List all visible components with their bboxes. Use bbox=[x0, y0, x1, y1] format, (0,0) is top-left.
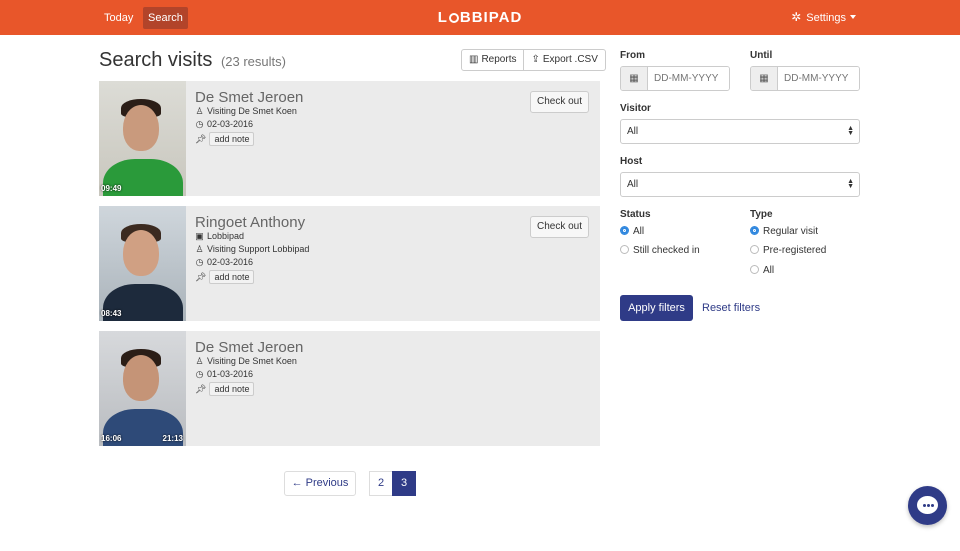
date-line: ◷ 02-03-2016 bbox=[195, 119, 254, 129]
caret-down-icon bbox=[850, 15, 856, 19]
checkin-time: 08:43 bbox=[101, 309, 122, 318]
host-label: Host bbox=[620, 156, 643, 167]
top-navbar: Today Search L BBIPAD ✲ Settings bbox=[0, 0, 960, 35]
visitor-label: Visitor bbox=[620, 103, 651, 114]
calendar-icon[interactable]: ▦ bbox=[751, 67, 778, 90]
until-date-input[interactable] bbox=[778, 67, 859, 90]
briefcase-icon: ▣ bbox=[195, 231, 204, 241]
visit-card: 08:43 Ringoet Anthony ▣ Lobbipad ♙ Visitin… bbox=[99, 206, 600, 321]
visitor-name: De Smet Jeroen bbox=[195, 339, 304, 356]
page-2-button[interactable]: 2 bbox=[369, 471, 393, 496]
page-title: Search visits (23 results) bbox=[99, 49, 286, 71]
gear-icon: ✲ bbox=[791, 10, 802, 24]
pin-icon: 📌︎ bbox=[195, 384, 207, 394]
previous-page-button[interactable]: ← Previous bbox=[284, 471, 356, 496]
status-radio-still-checked-in[interactable]: Still checked in bbox=[620, 245, 700, 257]
until-label: Until bbox=[750, 50, 773, 61]
reports-button[interactable]: ▥ Reports bbox=[461, 49, 525, 71]
until-date-field: ▦ bbox=[750, 66, 860, 91]
visitor-photo: 09:49 bbox=[99, 81, 186, 196]
status-radio-all[interactable]: All bbox=[620, 226, 644, 238]
visit-card: 16:06 21:13 De Smet Jeroen ♙ Visiting De … bbox=[99, 331, 600, 446]
chat-widget-button[interactable] bbox=[908, 486, 947, 525]
visiting-line: ♙ Visiting De Smet Koen bbox=[195, 106, 297, 116]
company-line: ▣ Lobbipad bbox=[195, 231, 245, 241]
type-radio-regular-visit[interactable]: Regular visit bbox=[750, 226, 818, 238]
host-select[interactable]: All ▲ ▼ bbox=[620, 172, 860, 197]
type-radio-pre-registered[interactable]: Pre-registered bbox=[750, 245, 826, 257]
add-note-button[interactable]: 📌︎ add note bbox=[195, 132, 255, 147]
logo-o-icon bbox=[448, 13, 459, 23]
checkout-time: 21:13 bbox=[162, 434, 183, 443]
check-out-button[interactable]: Check out bbox=[529, 91, 589, 113]
person-icon: ♙ bbox=[195, 106, 204, 116]
page-3-button[interactable]: 3 bbox=[392, 471, 416, 496]
visitor-select[interactable]: All ▲ ▼ bbox=[620, 119, 860, 144]
person-icon: ♙ bbox=[195, 244, 204, 254]
add-note-button[interactable]: 📌︎ add note bbox=[195, 270, 255, 285]
add-note-button[interactable]: 📌︎ add note bbox=[195, 382, 255, 397]
pin-icon: 📌︎ bbox=[195, 272, 207, 282]
from-label: From bbox=[620, 50, 645, 61]
reset-filters-link[interactable]: Reset filters bbox=[702, 302, 760, 314]
type-label: Type bbox=[750, 209, 773, 220]
select-arrows-icon: ▲ ▼ bbox=[847, 125, 854, 137]
checkin-time: 09:49 bbox=[101, 184, 122, 193]
export-icon: ⇪ bbox=[531, 54, 540, 65]
from-date-field: ▦ bbox=[620, 66, 730, 91]
export-toolbar: ▥ Reports ⇪ Export .CSV bbox=[461, 49, 606, 71]
type-radio-all[interactable]: All bbox=[750, 265, 774, 277]
visitor-photo: 16:06 21:13 bbox=[99, 331, 186, 446]
visit-card: 09:49 De Smet Jeroen ♙ Visiting De Smet K… bbox=[99, 81, 600, 196]
apply-filters-button[interactable]: Apply filters bbox=[620, 295, 693, 321]
visitor-name: De Smet Jeroen bbox=[195, 89, 304, 106]
clock-icon: ◷ bbox=[195, 119, 204, 129]
check-out-button[interactable]: Check out bbox=[529, 216, 589, 238]
status-label: Status bbox=[620, 209, 651, 220]
checkin-time: 16:06 bbox=[101, 434, 122, 443]
visiting-line: ♙ Visiting De Smet Koen bbox=[195, 356, 297, 366]
clock-icon: ◷ bbox=[195, 369, 204, 379]
visitor-photo: 08:43 bbox=[99, 206, 186, 321]
clock-icon: ◷ bbox=[195, 257, 204, 267]
settings-dropdown[interactable]: ✲ Settings bbox=[791, 10, 856, 24]
settings-label: Settings bbox=[806, 12, 846, 24]
result-count: (23 results) bbox=[220, 54, 286, 69]
calendar-icon[interactable]: ▦ bbox=[621, 67, 648, 90]
date-line: ◷ 02-03-2016 bbox=[195, 257, 254, 267]
person-icon: ♙ bbox=[195, 356, 204, 366]
bar-chart-icon: ▥ bbox=[469, 54, 479, 65]
pin-icon: 📌︎ bbox=[195, 134, 207, 144]
date-line: ◷ 01-03-2016 bbox=[195, 369, 254, 379]
select-arrows-icon: ▲ ▼ bbox=[847, 178, 854, 190]
visiting-line: ♙ Visiting Support Lobbipad bbox=[195, 244, 310, 254]
from-date-input[interactable] bbox=[648, 67, 729, 90]
visitor-name: Ringoet Anthony bbox=[195, 214, 306, 231]
export-csv-button[interactable]: ⇪ Export .CSV bbox=[524, 49, 606, 71]
